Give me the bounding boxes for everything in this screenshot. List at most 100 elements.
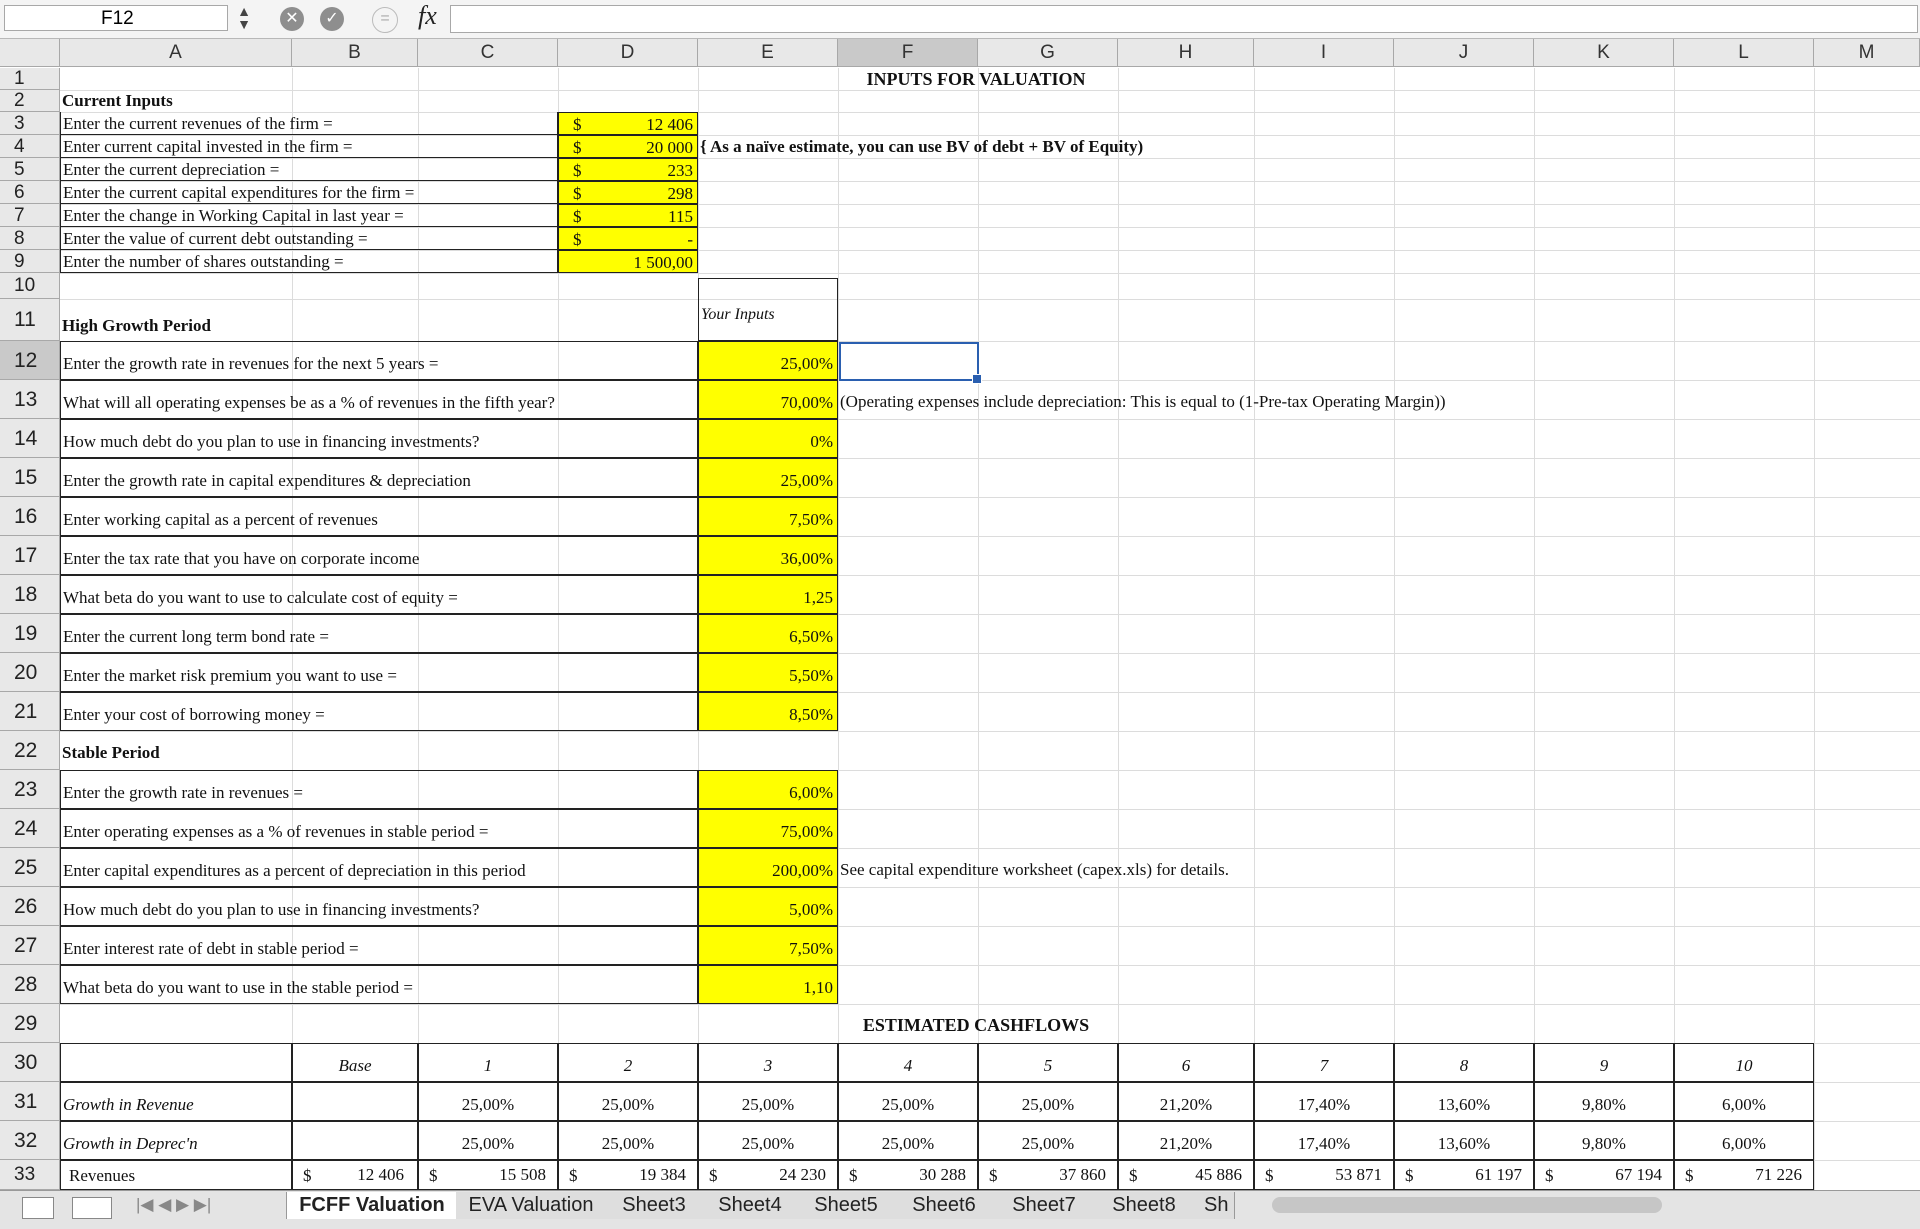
row-header-7[interactable]: 7 <box>0 204 60 227</box>
fill-handle[interactable] <box>972 374 982 384</box>
revenue-value[interactable]: 67 194 <box>1534 1160 1674 1190</box>
growth_revenue-value[interactable]: 25,00% <box>838 1082 978 1121</box>
column-header-m[interactable]: M <box>1814 39 1920 67</box>
growth_deprec-value[interactable]: 21,20% <box>1118 1121 1254 1160</box>
row-header-5[interactable]: 5 <box>0 158 60 181</box>
current-input-value[interactable]: 233 <box>594 158 698 181</box>
stable-value[interactable]: 1,10 <box>698 965 838 1004</box>
sheet-tab-9[interactable]: Sh <box>1194 1192 1235 1219</box>
growth_revenue-value[interactable]: 9,80% <box>1534 1082 1674 1121</box>
row-header-10[interactable]: 10 <box>0 273 60 299</box>
sheet-tab-2[interactable]: EVA Valuation <box>456 1192 607 1219</box>
growth_deprec-value[interactable]: 25,00% <box>698 1121 838 1160</box>
row-header-13[interactable]: 13 <box>0 380 60 419</box>
row-header-30[interactable]: 30 <box>0 1043 60 1082</box>
column-header-b[interactable]: B <box>292 39 418 67</box>
row-header-20[interactable]: 20 <box>0 653 60 692</box>
row-header-33[interactable]: 33 <box>0 1160 60 1190</box>
stable-value[interactable]: 200,00% <box>698 848 838 887</box>
growth_revenue-value[interactable]: 17,40% <box>1254 1082 1394 1121</box>
cancel-icon[interactable]: ✕ <box>280 7 304 31</box>
column-header-c[interactable]: C <box>418 39 558 67</box>
row-header-9[interactable]: 9 <box>0 250 60 273</box>
growth_deprec-value[interactable]: 25,00% <box>418 1121 558 1160</box>
row-header-28[interactable]: 28 <box>0 965 60 1004</box>
select-all-corner[interactable] <box>0 39 60 67</box>
sheet-tab-7[interactable]: Sheet7 <box>994 1192 1095 1219</box>
sheet-tab-6[interactable]: Sheet6 <box>894 1192 995 1219</box>
growth_revenue-value[interactable]: 13,60% <box>1394 1082 1534 1121</box>
revenue-value[interactable]: 30 288 <box>838 1160 978 1190</box>
row-header-27[interactable]: 27 <box>0 926 60 965</box>
sheet-tab-4[interactable]: Sheet4 <box>702 1192 799 1219</box>
high-growth-value[interactable]: 25,00% <box>698 341 838 380</box>
growth_revenue-value[interactable]: 25,00% <box>558 1082 698 1121</box>
high-growth-value[interactable]: 7,50% <box>698 497 838 536</box>
stable-value[interactable]: 75,00% <box>698 809 838 848</box>
column-header-k[interactable]: K <box>1534 39 1674 67</box>
row-header-24[interactable]: 24 <box>0 809 60 848</box>
stable-value[interactable]: 6,00% <box>698 770 838 809</box>
row-header-25[interactable]: 25 <box>0 848 60 887</box>
growth_revenue-value[interactable]: 25,00% <box>978 1082 1118 1121</box>
row-header-23[interactable]: 23 <box>0 770 60 809</box>
column-header-i[interactable]: I <box>1254 39 1394 67</box>
current-input-value[interactable]: 12 406 <box>594 112 698 135</box>
row-header-21[interactable]: 21 <box>0 692 60 731</box>
growth_revenue-value[interactable]: 21,20% <box>1118 1082 1254 1121</box>
high-growth-value[interactable]: 1,25 <box>698 575 838 614</box>
current-input-value[interactable]: 115 <box>594 204 698 227</box>
row-header-11[interactable]: 11 <box>0 299 60 341</box>
sheet-tab-5[interactable]: Sheet5 <box>798 1192 895 1219</box>
column-header-h[interactable]: H <box>1118 39 1254 67</box>
growth_revenue-value[interactable]: 6,00% <box>1674 1082 1814 1121</box>
row-header-12[interactable]: 12 <box>0 341 60 380</box>
column-header-g[interactable]: G <box>978 39 1118 67</box>
confirm-icon[interactable]: ✓ <box>320 7 344 31</box>
column-header-l[interactable]: L <box>1674 39 1814 67</box>
growth_deprec-value[interactable]: 25,00% <box>558 1121 698 1160</box>
growth_deprec-value[interactable]: 25,00% <box>978 1121 1118 1160</box>
high-growth-value[interactable]: 5,50% <box>698 653 838 692</box>
row-header-32[interactable]: 32 <box>0 1121 60 1160</box>
revenues-base-value[interactable]: 12 406 <box>292 1160 418 1190</box>
row-header-22[interactable]: 22 <box>0 731 60 770</box>
revenue-value[interactable]: 45 886 <box>1118 1160 1254 1190</box>
growth_deprec-value[interactable]: 25,00% <box>838 1121 978 1160</box>
function-wizard-icon[interactable]: = <box>372 7 398 33</box>
row-header-26[interactable]: 26 <box>0 887 60 926</box>
horizontal-scrollbar[interactable] <box>1272 1197 1662 1213</box>
row-header-2[interactable]: 2 <box>0 90 60 112</box>
row-header-16[interactable]: 16 <box>0 497 60 536</box>
column-header-f[interactable]: F <box>838 39 978 67</box>
current-input-value[interactable]: 298 <box>594 181 698 204</box>
name-box[interactable]: F12 <box>4 5 228 31</box>
row-header-14[interactable]: 14 <box>0 419 60 458</box>
high-growth-value[interactable]: 8,50% <box>698 692 838 731</box>
growth_revenue-value[interactable]: 25,00% <box>698 1082 838 1121</box>
row-header-31[interactable]: 31 <box>0 1082 60 1121</box>
high-growth-value[interactable]: 36,00% <box>698 536 838 575</box>
formula-input[interactable] <box>450 5 1918 33</box>
column-header-j[interactable]: J <box>1394 39 1534 67</box>
normal-view-icon[interactable] <box>22 1197 54 1219</box>
sheet-tab-3[interactable]: Sheet3 <box>606 1192 703 1219</box>
row-header-29[interactable]: 29 <box>0 1004 60 1043</box>
high-growth-value[interactable]: 70,00% <box>698 380 838 419</box>
row-header-1[interactable]: 1 <box>0 68 60 90</box>
row-header-19[interactable]: 19 <box>0 614 60 653</box>
stable-value[interactable]: 7,50% <box>698 926 838 965</box>
growth_revenue-value[interactable]: 25,00% <box>418 1082 558 1121</box>
column-header-a[interactable]: A <box>60 39 292 67</box>
stable-value[interactable]: 5,00% <box>698 887 838 926</box>
current-input-value[interactable]: - <box>594 227 698 250</box>
column-header-d[interactable]: D <box>558 39 698 67</box>
row-header-17[interactable]: 17 <box>0 536 60 575</box>
revenue-value[interactable]: 37 860 <box>978 1160 1118 1190</box>
selected-cell-f12[interactable] <box>839 342 979 381</box>
row-header-8[interactable]: 8 <box>0 227 60 250</box>
growth_deprec-value[interactable]: 17,40% <box>1254 1121 1394 1160</box>
name-box-stepper-icon[interactable]: ▲ ▼ <box>234 4 254 31</box>
revenue-value[interactable]: 71 226 <box>1674 1160 1814 1190</box>
column-header-e[interactable]: E <box>698 39 838 67</box>
